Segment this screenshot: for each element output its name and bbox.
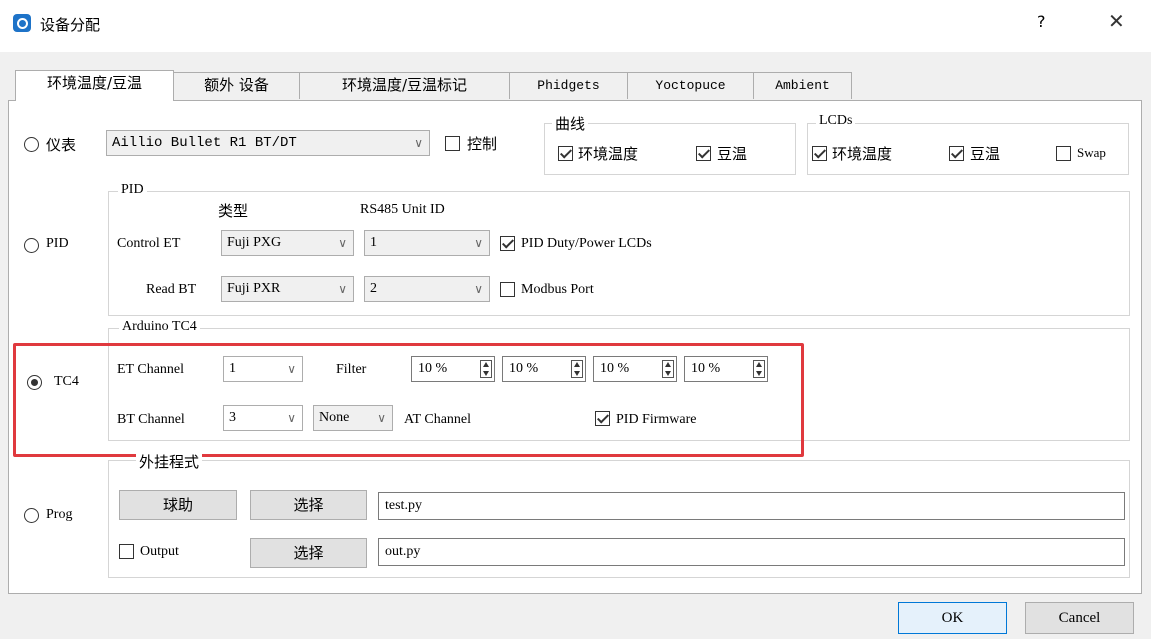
pid-radio-label: PID: [46, 236, 69, 251]
modbus-checkbox[interactable]: [500, 282, 515, 297]
pid-read-unit-value: 2: [370, 281, 377, 296]
app-icon: [13, 14, 31, 32]
tab-extra-devices[interactable]: 额外 设备: [173, 72, 300, 99]
prog-radio[interactable]: [24, 508, 39, 523]
curves-et-label: 环境温度: [578, 145, 639, 163]
chevron-down-icon: ∨: [474, 282, 483, 296]
lcds-et-label: 环境温度: [832, 145, 893, 163]
chevron-down-icon: ∨: [474, 236, 483, 250]
pid-control-type-select[interactable]: Fuji PXG ∨: [221, 230, 354, 256]
pid-control-label: Control ET: [117, 236, 181, 251]
pid-radio[interactable]: [24, 238, 39, 253]
modbus-label: Modbus Port: [521, 282, 594, 297]
lcds-swap-label: Swap: [1077, 145, 1106, 160]
window-title: 设备分配: [40, 16, 101, 34]
pid-duty-lcd-checkbox[interactable]: [500, 236, 515, 251]
output-checkbox[interactable]: [119, 544, 134, 559]
chevron-down-icon: ∨: [338, 282, 347, 296]
meter-radio[interactable]: [24, 137, 39, 152]
select-input-button[interactable]: 选择: [250, 490, 367, 520]
meter-label: 仪表: [46, 136, 77, 154]
output-label: Output: [140, 544, 179, 559]
pid-group-title: PID: [118, 182, 147, 198]
close-button[interactable]: ✕: [1108, 9, 1125, 33]
curves-bt-label: 豆温: [717, 145, 748, 163]
help-button[interactable]: ?: [1037, 12, 1046, 31]
pid-unit-header: RS485 Unit ID: [360, 202, 445, 217]
tab-yoctopuce[interactable]: Yoctopuce: [627, 72, 754, 99]
lcds-title: LCDs: [816, 113, 856, 129]
chevron-down-icon: ∨: [338, 236, 347, 250]
pid-read-type-value: Fuji PXR: [227, 281, 281, 296]
lcds-swap-checkbox[interactable]: [1056, 146, 1071, 161]
lcds-et-checkbox[interactable]: [812, 146, 827, 161]
meter-device-value: Aillio Bullet R1 BT/DT: [112, 135, 297, 151]
curves-et-checkbox[interactable]: [558, 146, 573, 161]
tab-et-bt[interactable]: 环境温度/豆温: [15, 70, 174, 101]
input-file-field[interactable]: test.py: [378, 492, 1125, 520]
control-label: 控制: [467, 135, 498, 153]
title-bar: [0, 0, 1151, 52]
ok-button[interactable]: OK: [898, 602, 1007, 634]
curves-bt-checkbox[interactable]: [696, 146, 711, 161]
prog-radio-label: Prog: [46, 507, 73, 522]
tc4-group-title: Arduino TC4: [119, 319, 200, 335]
tab-ambient[interactable]: Ambient: [753, 72, 852, 99]
tc4-highlight-box: [13, 343, 804, 457]
prog-group-title: 外挂程式: [136, 451, 203, 472]
cancel-button[interactable]: Cancel: [1025, 602, 1134, 634]
pid-read-unit-select[interactable]: 2 ∨: [364, 276, 490, 302]
pid-control-type-value: Fuji PXG: [227, 235, 282, 250]
meter-device-select[interactable]: Aillio Bullet R1 BT/DT ∨: [106, 130, 430, 156]
tab-et-bt-symbols[interactable]: 环境温度/豆温标记: [299, 72, 510, 99]
pid-control-unit-select[interactable]: 1 ∨: [364, 230, 490, 256]
pid-read-label: Read BT: [146, 282, 197, 297]
output-file-field[interactable]: out.py: [378, 538, 1125, 566]
pid-type-header: 类型: [218, 202, 249, 220]
lcds-bt-label: 豆温: [970, 145, 1001, 163]
pid-duty-lcd-label: PID Duty/Power LCDs: [521, 236, 652, 251]
assist-button[interactable]: 球助: [119, 490, 237, 520]
tab-phidgets[interactable]: Phidgets: [509, 72, 628, 99]
chevron-down-icon: ∨: [414, 136, 423, 150]
select-output-button[interactable]: 选择: [250, 538, 367, 568]
control-checkbox[interactable]: [445, 136, 460, 151]
curves-title: 曲线: [552, 113, 589, 134]
lcds-bt-checkbox[interactable]: [949, 146, 964, 161]
pid-control-unit-value: 1: [370, 235, 377, 250]
pid-read-type-select[interactable]: Fuji PXR ∨: [221, 276, 354, 302]
